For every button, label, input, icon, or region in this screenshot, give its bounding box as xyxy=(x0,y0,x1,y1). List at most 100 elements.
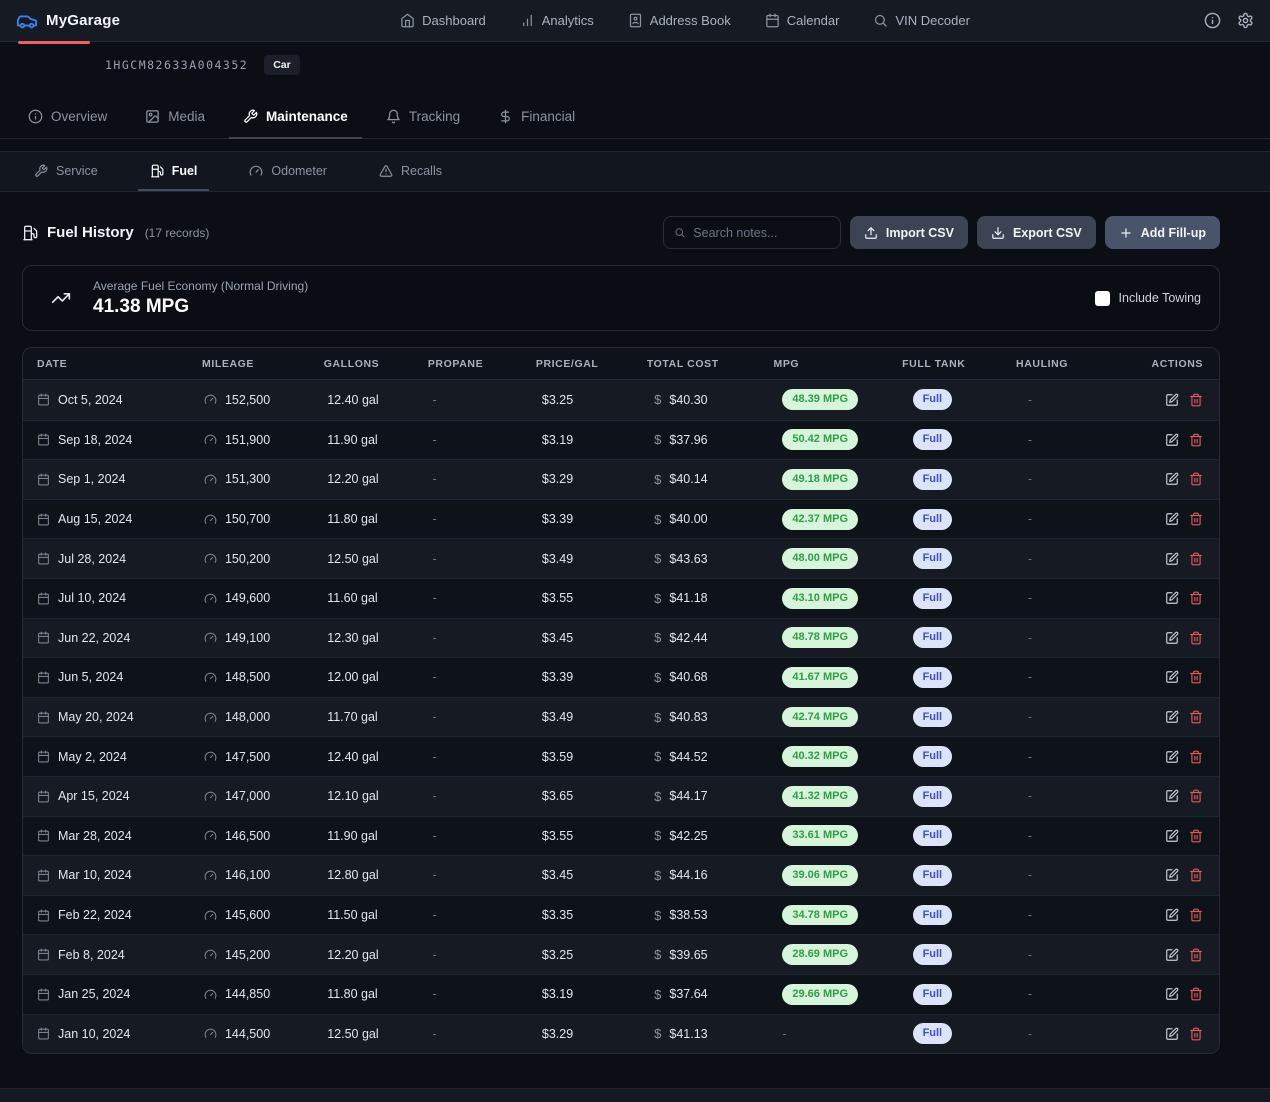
mileage-cell: 144,850 xyxy=(204,987,327,1001)
trash-icon xyxy=(1189,472,1203,486)
delete-fillup-button[interactable] xyxy=(1189,908,1203,922)
fillup-date: Jan 10, 2024 xyxy=(58,1027,130,1041)
search-notes-field[interactable] xyxy=(663,216,841,249)
delete-fillup-button[interactable] xyxy=(1189,591,1203,605)
edit-icon xyxy=(1165,512,1179,526)
mpg-badge: 48.00 MPG xyxy=(782,548,858,569)
edit-fillup-button[interactable] xyxy=(1165,829,1179,843)
total-cost-cell: $ $42.25 xyxy=(654,828,782,843)
home-icon xyxy=(400,13,415,28)
hauling-cell: - xyxy=(1028,631,1165,645)
fillup-date: Sep 1, 2024 xyxy=(58,472,125,486)
delete-fillup-button[interactable] xyxy=(1189,948,1203,962)
gauge-icon xyxy=(204,711,217,724)
subtab-label: Odometer xyxy=(271,164,327,178)
tab-tracking[interactable]: Tracking xyxy=(372,99,474,139)
search-input[interactable] xyxy=(693,226,830,240)
fuel-history-table: DATE MILEAGE GALLONS PROPANE PRICE/GAL T… xyxy=(22,347,1220,1054)
delete-fillup-button[interactable] xyxy=(1189,433,1203,447)
subtab-recalls[interactable]: Recalls xyxy=(367,152,454,191)
include-towing-checkbox[interactable] xyxy=(1095,291,1110,306)
delete-fillup-button[interactable] xyxy=(1189,670,1203,684)
calendar-icon xyxy=(37,1027,50,1040)
delete-fillup-button[interactable] xyxy=(1189,472,1203,486)
tab-label: Financial xyxy=(521,109,575,124)
edit-fillup-button[interactable] xyxy=(1165,948,1179,962)
full-tank-cell: Full xyxy=(913,825,1028,846)
tab-financial[interactable]: Financial xyxy=(484,99,589,139)
fillup-date: Sep 18, 2024 xyxy=(58,433,132,447)
tab-maintenance[interactable]: Maintenance xyxy=(229,99,362,139)
delete-fillup-button[interactable] xyxy=(1189,750,1203,764)
delete-fillup-button[interactable] xyxy=(1189,512,1203,526)
nav-item-dashboard[interactable]: Dashboard xyxy=(400,13,486,28)
table-row: Sep 1, 2024 151,300 12.20 gal - $3.29 $ … xyxy=(23,459,1219,499)
actions-cell xyxy=(1165,472,1219,486)
delete-fillup-button[interactable] xyxy=(1189,710,1203,724)
mpg-badge: 39.06 MPG xyxy=(782,865,858,886)
edit-fillup-button[interactable] xyxy=(1165,710,1179,724)
add-fillup-button[interactable]: Add Fill-up xyxy=(1105,216,1220,249)
subtab-fuel[interactable]: Fuel xyxy=(138,152,210,191)
full-tank-badge: Full xyxy=(913,944,953,965)
app-logo[interactable]: MyGarage xyxy=(16,10,120,32)
total-cost-cell: $ $38.53 xyxy=(654,908,782,923)
full-tank-badge: Full xyxy=(913,786,953,807)
delete-fillup-button[interactable] xyxy=(1189,393,1203,407)
fillup-hauling: - xyxy=(1028,591,1032,605)
delete-fillup-button[interactable] xyxy=(1189,631,1203,645)
edit-fillup-button[interactable] xyxy=(1165,393,1179,407)
fillup-total-cost: $44.17 xyxy=(669,789,707,803)
edit-fillup-button[interactable] xyxy=(1165,789,1179,803)
delete-fillup-button[interactable] xyxy=(1189,987,1203,1001)
delete-fillup-button[interactable] xyxy=(1189,1027,1203,1041)
nav-item-address-book[interactable]: Address Book xyxy=(628,13,731,28)
edit-fillup-button[interactable] xyxy=(1165,472,1179,486)
full-tank-cell: Full xyxy=(913,984,1028,1005)
full-tank-badge: Full xyxy=(913,825,953,846)
fillup-total-cost: $39.65 xyxy=(669,948,707,962)
nav-item-calendar[interactable]: Calendar xyxy=(765,13,840,28)
nav-item-analytics[interactable]: Analytics xyxy=(520,13,594,28)
trash-icon xyxy=(1189,789,1203,803)
delete-fillup-button[interactable] xyxy=(1189,552,1203,566)
import-csv-button[interactable]: Import CSV xyxy=(850,216,968,249)
delete-fillup-button[interactable] xyxy=(1189,868,1203,882)
propane-cell: - xyxy=(433,552,542,566)
column-header-gallons: GALLONS xyxy=(324,358,428,370)
subtab-odometer[interactable]: Odometer xyxy=(237,152,339,191)
propane-cell: - xyxy=(433,908,542,922)
edit-fillup-button[interactable] xyxy=(1165,987,1179,1001)
full-tank-cell: Full xyxy=(913,667,1028,688)
calendar-icon xyxy=(37,909,50,922)
fillup-mileage: 147,000 xyxy=(225,789,270,803)
settings-button[interactable] xyxy=(1237,12,1254,29)
edit-fillup-button[interactable] xyxy=(1165,1027,1179,1041)
delete-fillup-button[interactable] xyxy=(1189,789,1203,803)
nav-item-vin-decoder[interactable]: VIN Decoder xyxy=(873,13,969,28)
subtab-service[interactable]: Service xyxy=(22,152,110,191)
fillup-date: May 2, 2024 xyxy=(58,750,127,764)
edit-fillup-button[interactable] xyxy=(1165,670,1179,684)
edit-fillup-button[interactable] xyxy=(1165,512,1179,526)
delete-fillup-button[interactable] xyxy=(1189,829,1203,843)
price-cell: $3.49 xyxy=(542,710,654,724)
export-csv-button[interactable]: Export CSV xyxy=(977,216,1096,249)
edit-fillup-button[interactable] xyxy=(1165,552,1179,566)
edit-fillup-button[interactable] xyxy=(1165,591,1179,605)
edit-fillup-button[interactable] xyxy=(1165,631,1179,645)
edit-fillup-button[interactable] xyxy=(1165,868,1179,882)
edit-fillup-button[interactable] xyxy=(1165,750,1179,764)
trash-icon xyxy=(1189,552,1203,566)
subtab-label: Fuel xyxy=(172,164,198,178)
dollar-icon xyxy=(498,109,513,124)
tab-media[interactable]: Media xyxy=(131,99,219,139)
edit-fillup-button[interactable] xyxy=(1165,433,1179,447)
table-body: Oct 5, 2024 152,500 12.40 gal - $3.25 $ … xyxy=(23,380,1219,1053)
edit-fillup-button[interactable] xyxy=(1165,908,1179,922)
fillup-date: Jul 28, 2024 xyxy=(58,552,126,566)
info-button[interactable] xyxy=(1204,12,1221,29)
tab-overview[interactable]: Overview xyxy=(14,99,121,139)
mileage-cell: 148,500 xyxy=(204,670,327,684)
mileage-cell: 150,700 xyxy=(204,512,327,526)
